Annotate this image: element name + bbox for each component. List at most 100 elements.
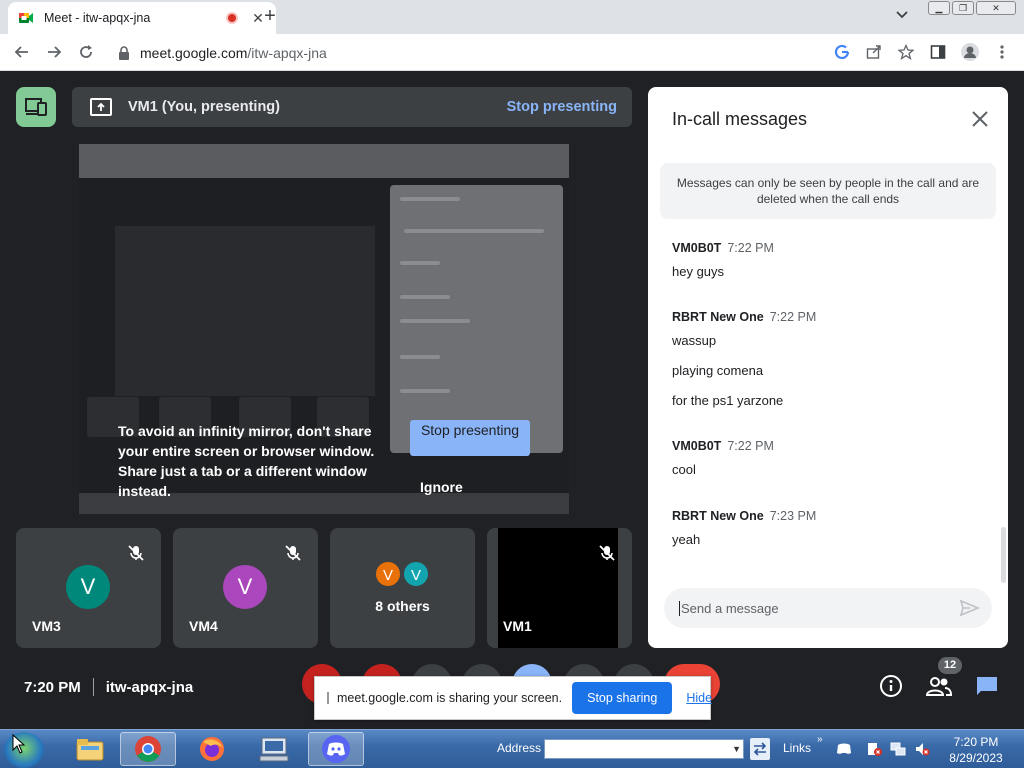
profile-avatar-icon[interactable] [958,38,982,66]
participant-tile-vm1[interactable]: VM1 [487,528,632,648]
message-time: 7:23 PM [769,509,817,523]
avatar: V [374,560,402,588]
message-time: 7:22 PM [727,439,774,453]
message-group: VM0B0T 7:22 PM cool [672,439,972,478]
chevron-down-icon: ▼ [732,744,741,754]
meeting-details-button[interactable] [874,669,908,703]
avatar: V [402,560,430,588]
lock-icon [118,45,130,60]
people-icon [926,677,952,696]
clock-time: 7:20 PM [953,735,999,749]
computer-icon [259,737,289,762]
present-now-button[interactable] [16,87,56,127]
tab-search-chevron-icon[interactable] [896,8,908,22]
recording-indicator-icon [226,12,238,24]
windows-taskbar: Address ▼ Links » 7:20 PM 8/29/2023 [0,729,1024,768]
others-count-label: 8 others [375,598,430,614]
send-message-input[interactable] [679,600,958,616]
message-time: 7:22 PM [769,310,817,324]
screen-sharing-bar: meet.google.com is sharing your screen. … [314,676,712,720]
message-text: yeah [672,532,701,547]
stop-presenting-button[interactable]: Stop presenting [410,420,530,456]
menu-kebab-icon[interactable] [990,38,1014,66]
meeting-code: itw-apqx-jna [105,678,194,696]
participant-name: VM4 [189,618,218,634]
participant-name: VM1 [503,618,532,634]
links-chevron-icon[interactable]: » [817,734,823,745]
meet-favicon-icon [18,10,34,26]
close-icon[interactable] [968,107,992,131]
mic-off-icon [599,545,615,561]
close-window-button[interactable]: ✕ [976,1,1016,15]
bookmark-star-icon[interactable] [894,38,918,66]
chat-icon [977,677,997,695]
address-toolbar-label: Address [497,741,542,755]
participant-tile-vm3[interactable]: V VM3 [16,528,161,648]
participant-tile-vm4[interactable]: V VM4 [173,528,318,648]
send-icon[interactable] [958,597,980,619]
stop-presenting-link[interactable]: Stop presenting [507,99,617,115]
in-call-messages-panel: In-call messages Messages can only be se… [648,87,1008,648]
chat-notice: Messages can only be seen by people in t… [660,163,996,219]
message-sender: VM0B0T [672,439,722,453]
message-text: for the ps1 yarzone [672,393,784,408]
browser-toolbar: meet.google.com/itw-apqx-jna [0,34,1024,71]
computer-taskbar-button[interactable] [246,732,302,766]
side-panel-icon[interactable] [926,38,950,66]
chat-title: In-call messages [672,109,808,129]
mic-off-icon [128,545,144,561]
new-tab-button[interactable]: + [258,5,282,29]
ignore-button[interactable]: Ignore [420,479,463,495]
info-icon [880,675,902,697]
chrome-taskbar-button[interactable] [120,732,176,766]
browser-tab-strip: Meet - itw-apqx-jna ✕ + ▁ ❐ ✕ [0,0,1024,34]
discord-tray-icon[interactable] [836,741,852,757]
google-lens-icon[interactable] [830,38,854,66]
avatar: V [66,565,110,609]
back-button[interactable] [6,36,38,68]
share-icon[interactable] [862,38,886,66]
message-sender: RBRT New One [672,509,764,523]
participant-tile-others[interactable]: V V 8 others [330,528,475,648]
discord-taskbar-button[interactable] [308,732,364,766]
message-text: wassup [672,333,717,348]
mouse-cursor-icon [12,734,26,754]
chat-button[interactable] [970,669,1004,703]
browser-tab[interactable]: Meet - itw-apqx-jna ✕ [8,2,276,34]
system-clock[interactable]: 7:20 PM 8/29/2023 [940,734,1012,766]
firefox-taskbar-button[interactable] [184,732,240,766]
reload-button[interactable] [70,36,102,68]
address-toolbar-input[interactable]: ▼ [544,739,744,759]
firefox-icon [200,737,224,761]
message-group: VM0B0T 7:22 PM hey guys [672,241,972,280]
side-controls: 12 [874,657,1004,703]
restore-button[interactable]: ❐ [952,1,974,15]
present-devices-icon [25,98,47,116]
window-controls: ▁ ❐ ✕ [928,1,1016,15]
message-sender: VM0B0T [672,241,722,255]
hide-link[interactable]: Hide [686,691,712,705]
volume-muted-tray-icon[interactable] [914,741,930,757]
forward-button[interactable] [38,36,70,68]
explorer-taskbar-button[interactable] [62,732,118,766]
people-button[interactable]: 12 [922,657,962,703]
message-text: hey guys [672,264,725,279]
chat-scrollbar[interactable] [1001,527,1006,583]
links-toolbar-label: Links [783,741,812,755]
sharing-status-text: meet.google.com is sharing your screen. [337,691,563,705]
minimize-button[interactable]: ▁ [928,1,950,15]
discord-icon [322,735,350,763]
drag-handle-icon[interactable] [327,692,329,704]
meeting-time: 7:20 PM [24,678,81,696]
chat-compose [664,588,992,628]
stop-sharing-button[interactable]: Stop sharing [572,682,673,714]
participant-count-badge: 12 [938,657,962,674]
message-text: cool [672,462,696,477]
address-bar[interactable]: meet.google.com/itw-apqx-jna [108,38,820,67]
security-alert-tray-icon[interactable] [866,741,882,757]
go-button[interactable] [750,738,770,760]
network-tray-icon[interactable] [890,741,906,757]
tab-title: Meet - itw-apqx-jna [44,11,151,25]
url-text: meet.google.com/itw-apqx-jna [140,44,327,61]
avatar: V [223,565,267,609]
